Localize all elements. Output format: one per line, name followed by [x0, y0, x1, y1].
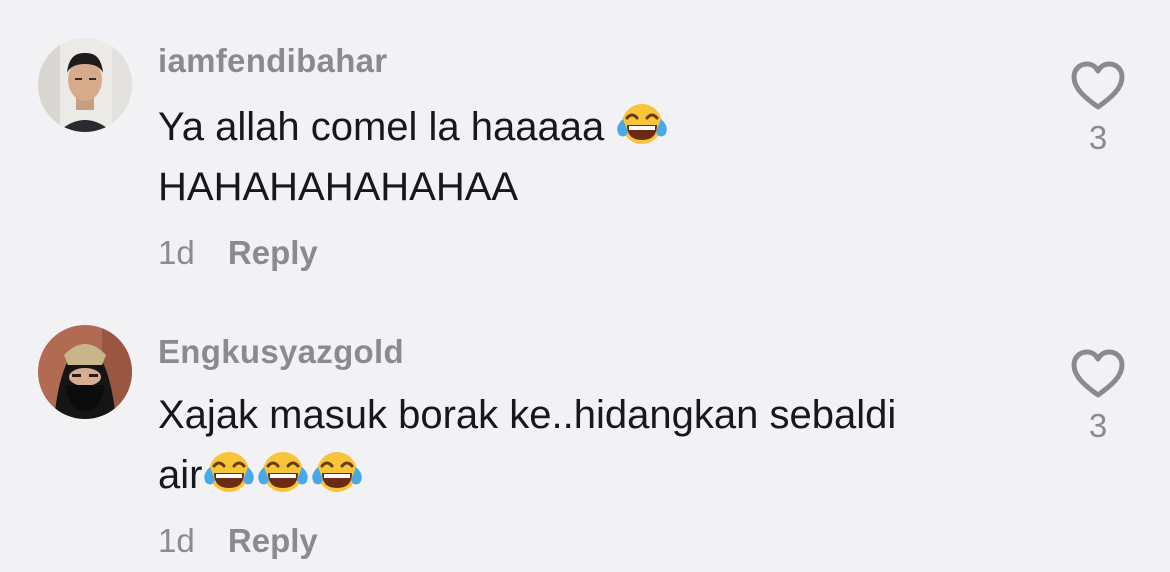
comment-text: Xajak masuk borak ke..hidangkan sebaldi …	[158, 385, 1038, 505]
comment-text-line: air	[158, 453, 203, 497]
username[interactable]: iamfendibahar	[158, 42, 387, 80]
avatar[interactable]	[38, 325, 132, 419]
comment-text: Ya allah comel la haaaaa HAHAHAHAHAHAA	[158, 97, 1038, 217]
avatar-image	[38, 325, 132, 419]
like-button[interactable]: 3	[1070, 348, 1126, 445]
like-count: 3	[1088, 407, 1108, 444]
timestamp: 1d	[158, 234, 195, 271]
comment-meta: 1d Reply	[158, 234, 318, 272]
heart-icon	[1071, 61, 1125, 110]
reply-button[interactable]: Reply	[228, 234, 318, 271]
reply-button[interactable]: Reply	[228, 522, 318, 559]
avatar[interactable]	[38, 38, 132, 132]
comment-text-line: Xajak masuk borak ke..hidangkan sebaldi	[158, 393, 897, 437]
heart-icon	[1071, 349, 1125, 398]
like-button[interactable]: 3	[1070, 60, 1126, 157]
laughing-emoji-icon	[256, 450, 310, 494]
comment-meta: 1d Reply	[158, 522, 318, 560]
username[interactable]: Engkusyazgold	[158, 333, 404, 371]
laughing-emoji-icon	[310, 450, 364, 494]
timestamp: 1d	[158, 522, 195, 559]
laughing-emoji-icon	[202, 450, 256, 494]
avatar-image	[38, 38, 132, 132]
comment-text-line: Ya allah comel la haaaaa	[158, 105, 605, 149]
laughing-emoji-icon	[615, 102, 669, 146]
comment-text-line: HAHAHAHAHAHAA	[158, 165, 519, 209]
like-count: 3	[1088, 119, 1108, 156]
